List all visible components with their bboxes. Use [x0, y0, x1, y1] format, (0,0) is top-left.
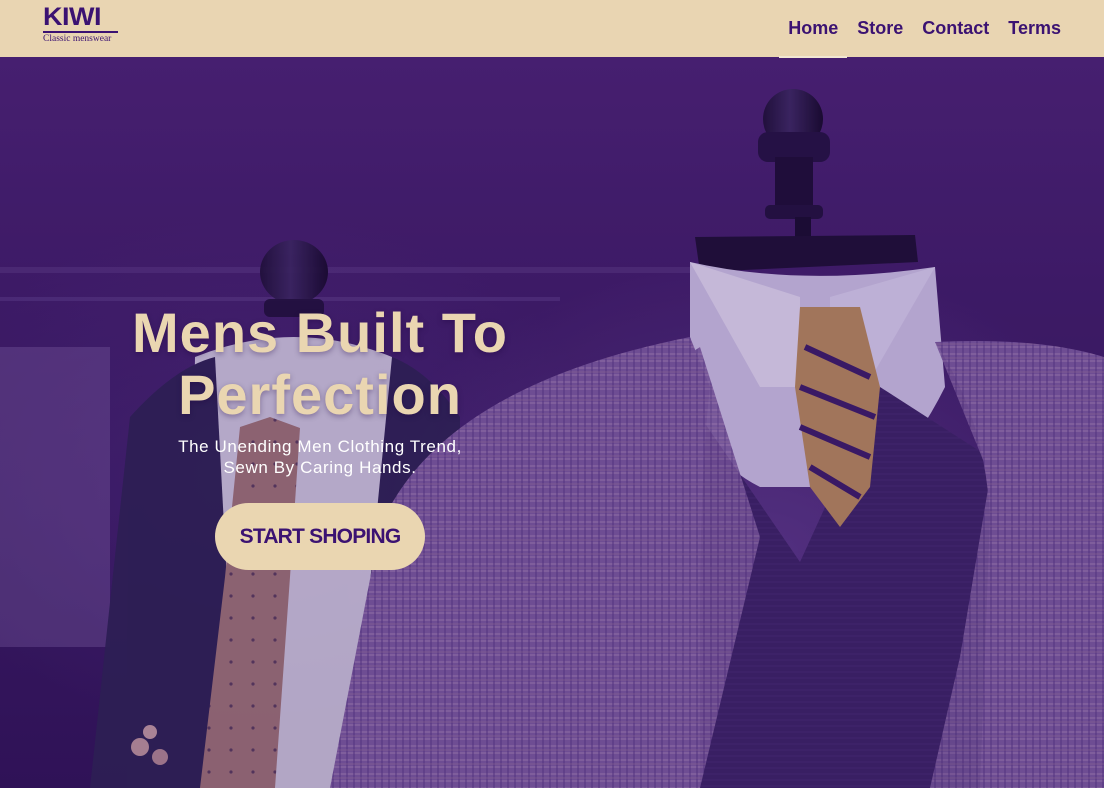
nav-terms[interactable]: Terms [1008, 0, 1061, 57]
site-header: KIWI Classic menswear Home Store Contact… [0, 0, 1104, 58]
brand-logo[interactable]: KIWI Classic menswear [43, 5, 121, 44]
hero-subtitle: The Unending Men Clothing Trend, Sewn By… [178, 437, 462, 477]
hero-title: Mens Built To Perfection [132, 301, 508, 426]
nav-store[interactable]: Store [857, 0, 903, 57]
brand-tagline: Classic menswear [43, 34, 112, 44]
nav-contact[interactable]: Contact [922, 0, 989, 57]
hero-section: Mens Built To Perfection The Unending Me… [0, 57, 1104, 788]
nav-home[interactable]: Home [779, 0, 848, 58]
logo-underline [43, 31, 118, 33]
main-nav: Home Store Contact Terms [769, 0, 1061, 58]
start-shopping-button[interactable]: START SHOPING [215, 503, 425, 570]
brand-name: KIWI [43, 3, 102, 31]
hero-content: Mens Built To Perfection The Unending Me… [110, 302, 530, 570]
